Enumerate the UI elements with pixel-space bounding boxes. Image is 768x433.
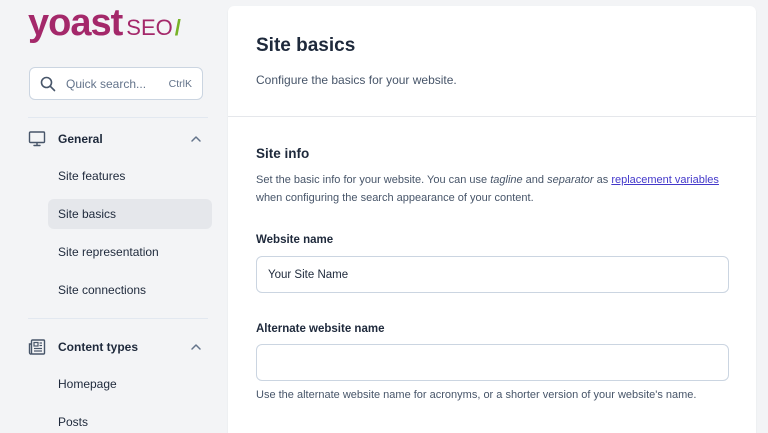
sidebar-item-label: Site representation (58, 245, 159, 259)
sidebar-item-site-features[interactable]: Site features (48, 161, 212, 191)
logo-slash: / (174, 15, 181, 40)
website-name-label: Website name (256, 234, 334, 246)
newspaper-icon (28, 339, 46, 355)
sidebar-group-general[interactable]: General (28, 128, 204, 150)
sidebar-divider (28, 117, 208, 118)
alternate-website-name-label: Alternate website name (256, 323, 385, 335)
search-icon (40, 76, 56, 91)
page-title: Site basics (256, 35, 356, 56)
replacement-variables-link[interactable]: replacement variables (611, 174, 719, 186)
sidebar-item-label: Site features (58, 169, 126, 183)
sidebar-item-site-representation[interactable]: Site representation (48, 237, 212, 267)
settings-card: Site basics Configure the basics for you… (228, 6, 756, 433)
sidebar-item-label: Homepage (58, 377, 117, 391)
search-shortcut: CtrlK (168, 77, 192, 90)
sidebar-group-label: General (58, 132, 103, 146)
chevron-up-icon[interactable] (190, 341, 202, 353)
sidebar-group-label: Content types (58, 340, 139, 354)
chevron-up-icon[interactable] (190, 133, 202, 145)
sidebar-item-label: Posts (58, 415, 89, 429)
tagline-term: tagline (490, 174, 523, 186)
logo-product: SEO (126, 15, 173, 40)
sidebar-item-posts[interactable]: Posts (48, 407, 212, 433)
page-subtitle: Configure the basics for your website. (256, 73, 457, 87)
sidebar-item-label: Site connections (58, 283, 147, 297)
separator-term: separator (547, 174, 594, 186)
sidebar-item-label: Site basics (58, 207, 117, 221)
sidebar-item-homepage[interactable]: Homepage (48, 369, 212, 399)
sidebar-item-site-basics[interactable]: Site basics (48, 199, 212, 229)
section-description: Set the basic info for your website. You… (256, 174, 719, 204)
monitor-icon (28, 131, 46, 147)
card-divider (228, 116, 756, 117)
sidebar: yoast SEO / Quick search... CtrlK Genera… (0, 0, 228, 433)
alternate-name-help-text: Use the alternate website name for acron… (256, 389, 697, 401)
sidebar-item-site-connections[interactable]: Site connections (48, 275, 212, 305)
sidebar-divider (28, 318, 208, 319)
quick-search-input[interactable]: Quick search... CtrlK (29, 67, 203, 100)
logo-wordmark: yoast (28, 2, 123, 44)
alternate-website-name-field[interactable] (256, 344, 729, 381)
website-name-field[interactable] (256, 256, 729, 293)
search-placeholder: Quick search... (66, 76, 147, 91)
yoast-seo-logo[interactable]: yoast SEO / (28, 2, 181, 44)
sidebar-group-content-types[interactable]: Content types (28, 336, 204, 358)
section-title: Site info (256, 146, 310, 161)
